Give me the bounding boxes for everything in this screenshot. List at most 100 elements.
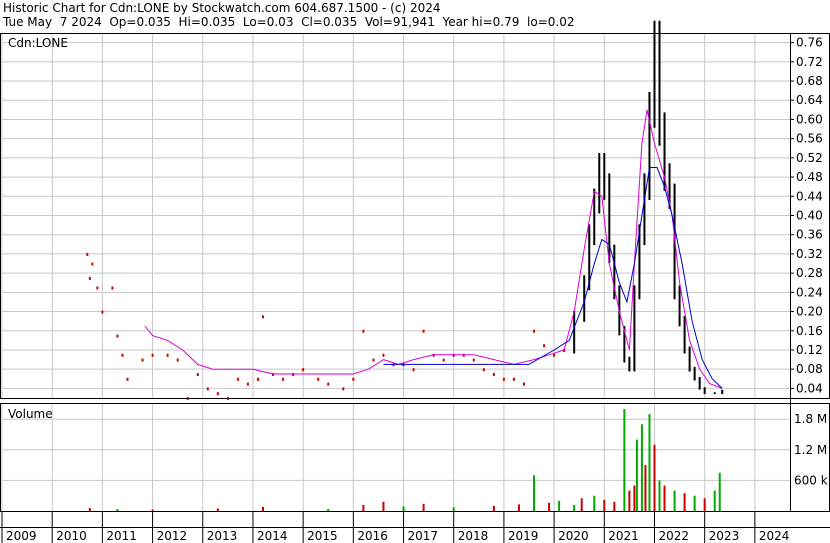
volume-bar (644, 465, 647, 511)
price-point (86, 252, 89, 256)
price-point (302, 368, 305, 372)
price-y-tick-label: 0.16 (796, 324, 823, 338)
price-y-tick-label: 0.72 (796, 55, 823, 69)
volume-bar (718, 472, 721, 511)
volume-bar (558, 500, 561, 511)
price-point (512, 377, 515, 381)
price-point (553, 353, 556, 357)
price-y-axis-labels: 0.04 0.08 0.12 0.16 0.20 0.24 0.28 0.32 0.36 0.40… (796, 36, 823, 396)
price-y-tick-label: 0.40 (796, 209, 823, 223)
volume-bar (533, 475, 536, 511)
x-year-label: 2018 (458, 529, 489, 543)
price-y-tick-label: 0.76 (796, 36, 823, 50)
price-y-tick-label: 0.24 (796, 285, 823, 299)
volume-bar (658, 480, 661, 511)
price-y-tick-label: 0.44 (796, 189, 823, 203)
volume-bar (633, 485, 636, 511)
price-point (226, 397, 229, 400)
volume-bar (693, 495, 696, 511)
volume-bar (703, 498, 706, 511)
volume-y-tick-label: 600 k (794, 473, 828, 487)
price-point (246, 382, 249, 386)
volume-bar (88, 507, 91, 511)
short-ma-line (144, 109, 723, 389)
price-point (472, 358, 475, 362)
price-point (522, 382, 525, 386)
price-bars (86, 20, 724, 400)
price-point (88, 276, 91, 280)
price-point (282, 377, 285, 381)
volume-bar (492, 505, 495, 511)
price-point (256, 377, 259, 381)
volume-bar (628, 490, 631, 511)
volume-bar (573, 504, 576, 511)
x-year-label: 2024 (759, 529, 790, 543)
short-moving-average (144, 109, 723, 389)
price-point (96, 286, 99, 290)
price-point (216, 392, 219, 396)
price-point (482, 368, 485, 372)
price-y-tick-label: 0.48 (796, 170, 823, 184)
volume-bar (548, 502, 551, 511)
volume-bar (422, 503, 425, 511)
price-point (422, 329, 425, 333)
volume-bar (452, 507, 455, 511)
price-point (362, 329, 365, 333)
price-point (116, 334, 119, 338)
panel-frames (0, 33, 830, 528)
price-point (372, 358, 375, 362)
price-point (543, 344, 546, 348)
price-point (101, 310, 104, 314)
price-point (442, 358, 445, 362)
price-y-tick-label: 0.36 (796, 228, 823, 242)
x-year-label: 2021 (608, 529, 639, 543)
x-year-label: 2020 (558, 529, 589, 543)
price-point (121, 353, 124, 357)
price-y-tick-label: 0.64 (796, 93, 823, 107)
volume-bar (713, 490, 716, 511)
volume-bar (261, 506, 264, 511)
price-point (151, 353, 154, 357)
volume-bar (151, 509, 154, 511)
volume-bar (623, 409, 626, 511)
price-point (342, 387, 345, 391)
price-point (91, 262, 94, 266)
price-point (176, 358, 179, 362)
volume-y-tick-label: 1.2 M (794, 443, 827, 457)
volume-bar (673, 490, 676, 511)
price-point (261, 315, 264, 319)
volume-bar (640, 424, 643, 511)
volume-y-tick-label: 1.8 M (794, 412, 827, 426)
price-y-tick-label: 0.04 (796, 381, 823, 395)
price-point (502, 377, 505, 381)
price-y-tick-label: 0.52 (796, 151, 823, 165)
x-year-label: 2013 (207, 529, 238, 543)
volume-bar (517, 504, 520, 511)
volume-bar (683, 493, 686, 511)
price-point (186, 397, 189, 400)
price-point (111, 286, 114, 290)
x-year-label: 2009 (6, 529, 37, 543)
price-y-tick-label: 0.12 (796, 343, 823, 357)
x-year-label: 2023 (709, 529, 740, 543)
x-year-label: 2015 (307, 529, 338, 543)
price-y-tick-label: 0.68 (796, 74, 823, 88)
volume-bar (663, 485, 666, 511)
volume-bar (613, 501, 616, 511)
price-point (317, 377, 320, 381)
price-y-tick-label: 0.28 (796, 266, 823, 280)
volume-bar (402, 506, 405, 511)
price-point (533, 329, 536, 333)
x-year-label: 2019 (508, 529, 539, 543)
price-point (206, 387, 209, 391)
x-year-label: 2014 (257, 529, 288, 543)
volume-bar (116, 508, 119, 511)
x-year-label: 2011 (106, 529, 137, 543)
volume-bars (88, 409, 721, 511)
volume-y-axis-labels: 600 k 1.2 M 1.8 M (794, 412, 828, 487)
x-year-label: 2022 (658, 529, 689, 543)
price-point (412, 368, 415, 372)
volume-bar (327, 508, 330, 511)
price-point (352, 377, 355, 381)
price-point (327, 382, 330, 386)
